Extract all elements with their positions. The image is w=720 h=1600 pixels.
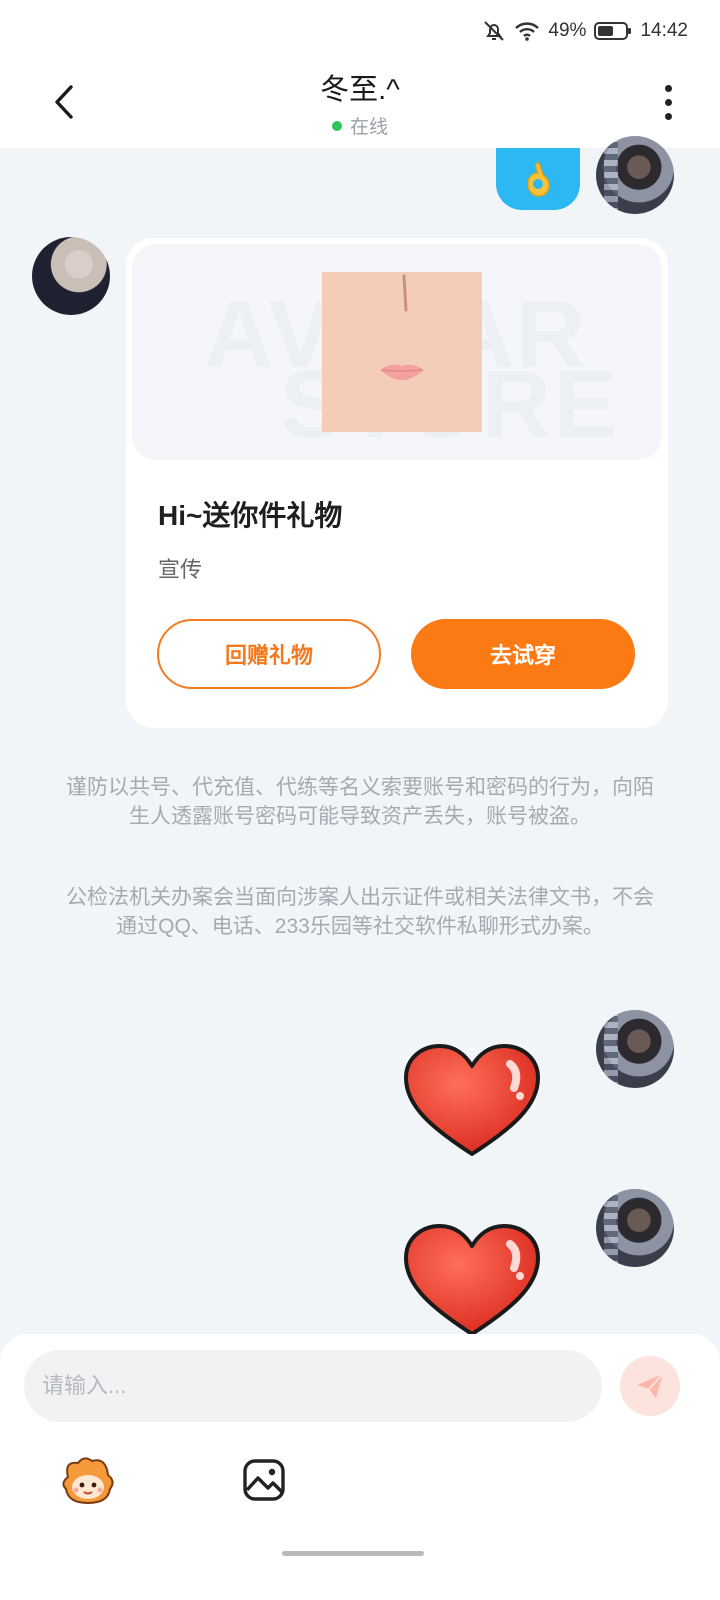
ok-emoji-message[interactable] xyxy=(496,148,580,210)
online-dot xyxy=(331,120,342,131)
battery-icon xyxy=(594,21,632,41)
status-bar: 49% 14:42 xyxy=(0,0,720,62)
return-gift-button[interactable]: 回赠礼物 xyxy=(157,619,381,689)
contact-name: 冬至.^ xyxy=(320,74,400,106)
gift-title: Hi~送你件礼物 xyxy=(158,500,343,531)
image-icon xyxy=(243,1459,285,1501)
online-status: 在线 xyxy=(331,112,388,139)
gift-subtitle: 宣传 xyxy=(158,557,203,582)
try-on-button[interactable]: 去试穿 xyxy=(411,619,635,689)
title-block: 冬至.^ 在线 xyxy=(0,66,720,139)
my-avatar[interactable] xyxy=(596,136,674,214)
battery-percent: 49% xyxy=(548,20,587,41)
mascot-emoji-button[interactable] xyxy=(60,1452,116,1508)
image-button[interactable] xyxy=(236,1452,292,1508)
message-input[interactable] xyxy=(24,1350,602,1422)
ok-hand-icon xyxy=(527,162,550,197)
more-icon xyxy=(664,84,672,92)
contact-avatar[interactable] xyxy=(32,237,110,315)
my-avatar[interactable] xyxy=(596,1010,674,1088)
mascot-emoji-icon xyxy=(62,1457,114,1505)
more-icon-dot xyxy=(664,112,672,120)
send-icon xyxy=(637,1373,664,1398)
my-avatar[interactable] xyxy=(596,1189,674,1267)
clock: 14:42 xyxy=(640,20,688,41)
bell-off-icon xyxy=(482,19,506,43)
gift-card: AVATAR STORE Hi~送你件礼物 宣传 回赠礼物 去试穿 xyxy=(126,238,668,728)
safety-notice-police: 公检法机关办案会当面向涉案人出示证件或相关法律文书，不会通过QQ、电话、233乐… xyxy=(66,886,654,938)
home-indicator xyxy=(282,1551,424,1556)
heart-sticker[interactable] xyxy=(402,1042,542,1160)
safety-notice-account: 谨防以共号、代充值、代练等名义索要账号和密码的行为，向陌生人透露账号密码可能导致… xyxy=(66,776,654,828)
message-composer xyxy=(0,1334,720,1600)
heart-sticker[interactable] xyxy=(402,1222,542,1334)
gift-face-preview xyxy=(322,272,482,432)
wifi-icon xyxy=(514,20,540,42)
online-label: 在线 xyxy=(349,117,388,138)
more-button[interactable] xyxy=(656,80,680,124)
more-icon-dot xyxy=(664,98,672,106)
send-button[interactable] xyxy=(620,1356,680,1416)
gift-image[interactable]: AVATAR STORE xyxy=(132,244,662,460)
